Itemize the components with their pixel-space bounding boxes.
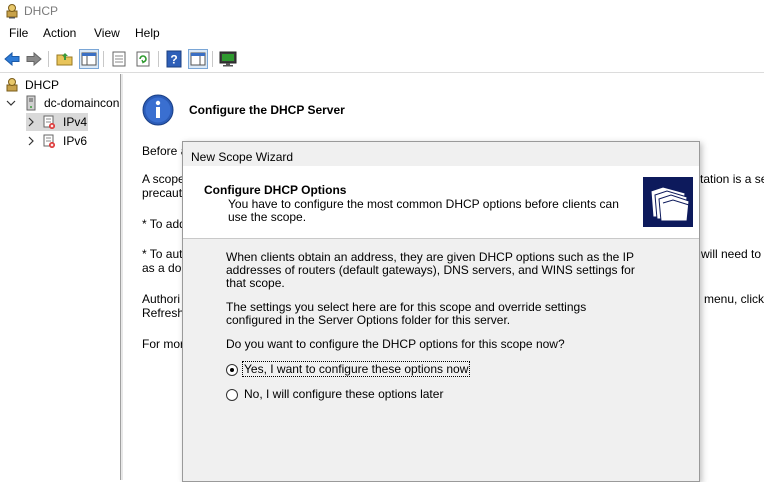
- menu-view[interactable]: View: [92, 26, 122, 40]
- back-arrow-icon[interactable]: [2, 49, 22, 69]
- radio-yes-configure-now[interactable]: Yes, I want to configure these options n…: [226, 361, 471, 378]
- text-for-more: For mor: [142, 337, 184, 351]
- tree-label: IPv4: [63, 115, 88, 129]
- console-icon[interactable]: [218, 49, 238, 69]
- refresh-icon[interactable]: [133, 49, 153, 69]
- menu-bar: File Action View Help: [0, 24, 764, 44]
- wizard-header: Configure DHCP Options You have to confi…: [183, 166, 699, 239]
- toolbar-separator: [212, 51, 213, 67]
- pane-splitter[interactable]: [121, 74, 123, 480]
- up-folder-icon[interactable]: [55, 49, 75, 69]
- window-title: DHCP: [24, 4, 59, 18]
- wizard-header-title: Configure DHCP Options: [204, 183, 347, 197]
- dialog-title: New Scope Wizard: [191, 150, 294, 164]
- wizard-body-text-2: The settings you select here are for thi…: [226, 300, 587, 327]
- chevron-down-icon[interactable]: [6, 98, 16, 108]
- radio-selected-dot: [230, 368, 234, 372]
- ipv6-icon: [43, 134, 55, 148]
- new-scope-wizard-dialog: New Scope Wizard Configure DHCP Options …: [182, 141, 700, 482]
- text-refresh: Refresh.: [142, 306, 188, 320]
- menu-file[interactable]: File: [7, 26, 30, 40]
- text-before: Before a: [142, 144, 188, 158]
- chevron-right-icon[interactable]: [26, 117, 36, 127]
- show-hide-tree-icon[interactable]: [79, 49, 99, 69]
- radio-circle[interactable]: [226, 389, 238, 401]
- ipv4-icon: [43, 115, 55, 129]
- dhcp-icon: [6, 78, 18, 92]
- text-right-1: tation is a sec: [700, 172, 764, 186]
- wizard-header-subtitle: You have to configure the most common DH…: [228, 197, 619, 224]
- tree-item-ipv6[interactable]: IPv6: [26, 132, 96, 150]
- dhcp-app-icon: [6, 4, 18, 19]
- text-to-add: * To add: [142, 217, 186, 231]
- radio-label-no[interactable]: No, I will configure these options later: [243, 387, 444, 401]
- forward-arrow-icon[interactable]: [24, 49, 44, 69]
- tree-label: IPv6: [63, 134, 88, 148]
- help-icon[interactable]: ?: [164, 49, 184, 69]
- server-icon: [26, 95, 36, 111]
- toolbar: ?: [0, 46, 764, 73]
- text-to-authorize: * To aut: [142, 247, 183, 261]
- menu-help[interactable]: Help: [133, 26, 162, 40]
- toolbar-separator: [103, 51, 104, 67]
- toolbar-separator: [48, 51, 49, 67]
- tree-label: dc-domaincon: [44, 96, 120, 110]
- text-right-3: menu, click: [704, 292, 764, 306]
- tree-item-dhcp[interactable]: DHCP: [4, 76, 114, 94]
- svg-text:?: ?: [170, 53, 177, 67]
- properties-icon[interactable]: [109, 49, 129, 69]
- tree-item-ipv4[interactable]: IPv4: [26, 113, 88, 131]
- console-tree: DHCP dc-domaincon IPv4 IPv6: [0, 74, 121, 480]
- toolbar-separator: [158, 51, 159, 67]
- title-bar: DHCP: [0, 0, 764, 24]
- text-precaution: precaut: [142, 186, 183, 200]
- menu-action[interactable]: Action: [41, 26, 78, 40]
- info-icon: [142, 94, 174, 126]
- radio-no-configure-later[interactable]: No, I will configure these options later: [226, 387, 456, 403]
- show-hide-action-pane-icon[interactable]: [188, 49, 208, 69]
- tree-item-server[interactable]: dc-domaincon: [6, 94, 120, 112]
- page-heading: Configure the DHCP Server: [189, 103, 345, 117]
- text-right-2: will need to: [701, 247, 762, 261]
- text-scope: A scope: [142, 172, 185, 186]
- radio-label-yes[interactable]: Yes, I want to configure these options n…: [241, 361, 471, 377]
- tree-label: DHCP: [25, 78, 60, 92]
- wizard-question: Do you want to configure the DHCP option…: [226, 337, 565, 351]
- chevron-right-icon[interactable]: [26, 136, 36, 146]
- radio-circle[interactable]: [226, 364, 238, 376]
- text-authorize: Authori: [142, 292, 181, 306]
- text-as-domain: as a dor: [142, 261, 186, 275]
- wizard-body-text-1: When clients obtain an address, they are…: [226, 250, 635, 290]
- folders-icon: [643, 177, 693, 227]
